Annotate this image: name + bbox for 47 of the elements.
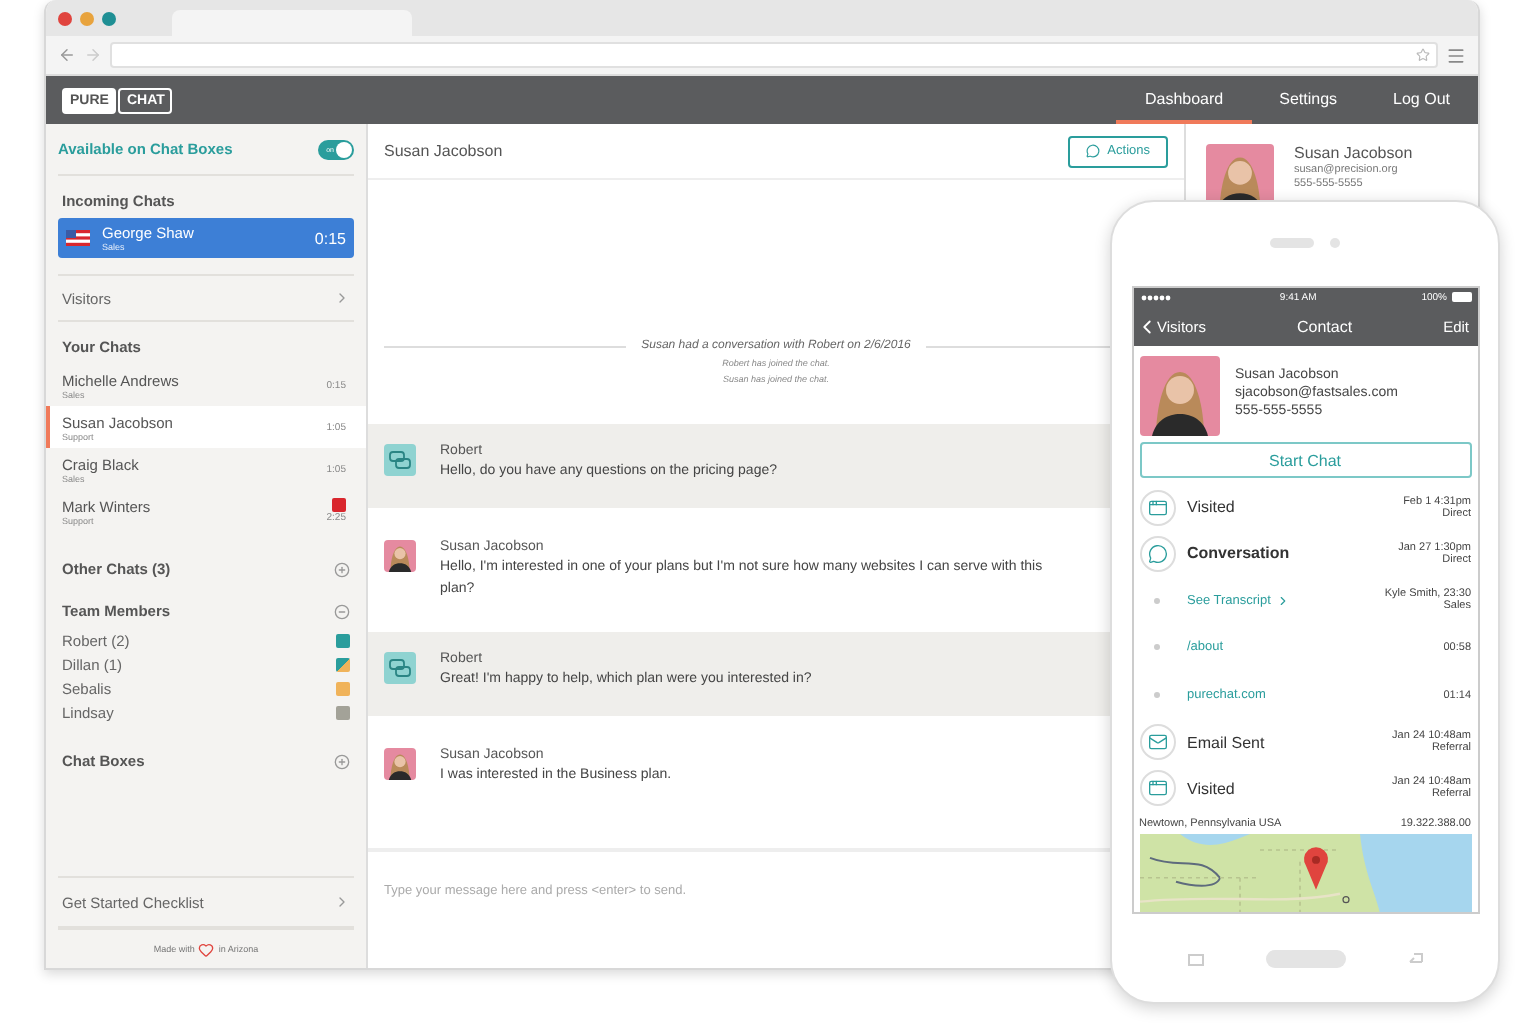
nav-tab[interactable]: Settings — [1251, 76, 1366, 124]
minimize-window-icon[interactable] — [80, 11, 94, 25]
timeline-item[interactable]: Email Sent — [1187, 733, 1265, 752]
collapse-icon[interactable] — [334, 603, 350, 619]
timeline-item[interactable]: Visited — [1187, 779, 1235, 798]
avatar — [384, 748, 416, 780]
home-button[interactable] — [1265, 949, 1345, 968]
mail-icon — [1147, 732, 1167, 753]
window-icon — [1147, 778, 1167, 799]
nav-tab[interactable]: Log Out — [1365, 76, 1478, 124]
close-window-icon[interactable] — [58, 11, 72, 25]
chat-bubble-icon — [1147, 543, 1167, 564]
avatar — [1139, 356, 1219, 437]
expand-icon[interactable] — [334, 753, 350, 769]
chat-bubble-icon — [1085, 144, 1100, 158]
chat-bubbles-icon — [384, 652, 416, 684]
recent-apps-icon[interactable] — [1187, 951, 1205, 966]
timeline-item[interactable]: Visited — [1187, 498, 1235, 517]
back-icon[interactable] — [58, 46, 76, 64]
bullet-icon — [1154, 692, 1160, 699]
chevron-icon — [1276, 593, 1291, 608]
chevron-icon — [334, 894, 350, 910]
flag-icon — [66, 230, 90, 246]
chat-bubbles-icon — [384, 444, 416, 476]
signal-icon — [1139, 293, 1175, 302]
address-bar[interactable] — [110, 42, 1438, 68]
forward-icon[interactable] — [84, 46, 102, 64]
heart-icon — [198, 941, 215, 957]
chevron-icon — [334, 290, 350, 306]
profile-name: Susan Jacobson — [1294, 144, 1413, 162]
avatar — [384, 540, 416, 572]
start-chat-button[interactable]: Start Chat — [1139, 442, 1471, 479]
camera-icon — [1330, 238, 1340, 249]
zoom-window-icon[interactable] — [102, 11, 116, 25]
timeline-item[interactable]: Conversation — [1187, 544, 1290, 563]
screen-title: Contact — [1296, 317, 1353, 336]
alert-badge — [332, 498, 346, 512]
menu-icon[interactable] — [1446, 45, 1466, 65]
chat-title: Susan Jacobson — [384, 142, 503, 160]
bullet-icon — [1154, 597, 1160, 604]
battery-icon — [1451, 292, 1471, 303]
speaker-grille — [1270, 238, 1314, 249]
window-icon — [1147, 497, 1167, 518]
star-icon[interactable] — [1416, 48, 1430, 62]
bullet-icon — [1154, 644, 1160, 651]
return-icon[interactable] — [1405, 951, 1423, 966]
expand-icon[interactable] — [334, 561, 350, 577]
